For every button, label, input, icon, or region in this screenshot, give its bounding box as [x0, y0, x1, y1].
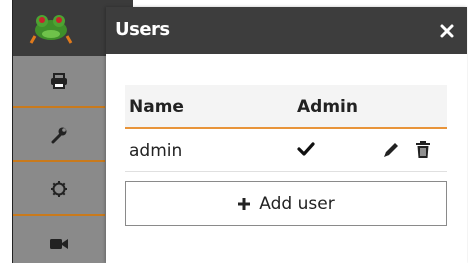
modal-title: Users: [115, 19, 170, 40]
video-camera-icon: [50, 239, 68, 249]
pencil-icon[interactable]: [382, 141, 400, 159]
add-user-label: Add user: [259, 193, 335, 214]
users-modal: Users Name Admin admin Add user: [106, 7, 467, 263]
sidebar-item-camera[interactable]: [13, 218, 105, 263]
add-user-button[interactable]: Add user: [125, 181, 447, 226]
users-table: Name Admin admin: [125, 85, 447, 172]
sidebar-item-tools[interactable]: [13, 110, 105, 162]
close-icon[interactable]: [437, 19, 457, 41]
check-icon: [297, 142, 315, 156]
frog-logo-icon: [29, 15, 73, 44]
gear-icon: [51, 181, 67, 197]
column-header-name: Name: [129, 97, 184, 117]
table-row: admin: [125, 129, 447, 172]
column-header-admin: Admin: [297, 97, 358, 117]
wrench-icon: [51, 127, 67, 144]
trash-icon[interactable]: [415, 140, 431, 159]
modal-header: Users: [106, 7, 467, 54]
printer-icon: [51, 73, 67, 89]
plus-icon: [238, 197, 251, 210]
sidebar-item-print[interactable]: [13, 56, 105, 108]
sidebar-item-settings[interactable]: [13, 164, 105, 216]
user-name-cell: admin: [129, 141, 183, 161]
table-header: Name Admin: [125, 85, 447, 129]
